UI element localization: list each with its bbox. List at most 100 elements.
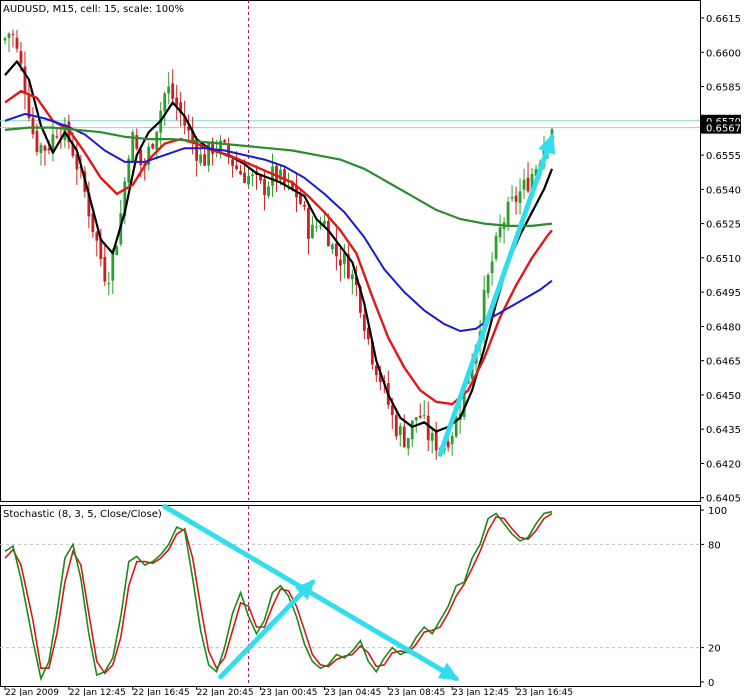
candle-body	[243, 172, 246, 183]
candle-body	[418, 415, 422, 418]
price-tick-label: 0.6540	[706, 185, 741, 196]
candle-body	[315, 226, 318, 228]
candle-body	[223, 140, 226, 143]
candle-body	[271, 166, 274, 186]
price-tick-label: 0.6495	[706, 288, 741, 299]
price-tick-label: 0.6420	[706, 459, 741, 470]
candle-body	[426, 415, 430, 441]
time-tick-label: 22 Jan 12:45	[69, 688, 126, 696]
candle-body	[275, 165, 278, 181]
candle-body	[374, 365, 378, 376]
candle-body	[430, 432, 434, 441]
price-tick-label: 0.6465	[706, 357, 741, 368]
time-tick-label: 22 Jan 16:45	[133, 688, 190, 696]
candle-body	[350, 274, 354, 280]
current-price-label: 0.6567	[706, 124, 741, 135]
price-tick-label: 0.6480	[706, 322, 741, 333]
candle-body	[494, 235, 498, 259]
price-tick-label: 0.6450	[706, 391, 741, 402]
candle-body	[486, 274, 490, 294]
stoch-tick-label: 20	[708, 644, 721, 655]
stochastic-panel	[0, 505, 701, 687]
price-panel	[0, 0, 701, 502]
candle-body	[19, 51, 23, 64]
candle-body	[171, 83, 175, 99]
chart-title: AUDUSD, M15, cell: 15, scale: 100%	[3, 4, 184, 15]
time-tick-label: 23 Jan 08:45	[388, 688, 445, 696]
candle-body	[422, 415, 426, 417]
candle-body	[195, 143, 199, 161]
candle-body	[263, 178, 266, 196]
candle-body	[203, 154, 207, 166]
candle-body	[334, 243, 338, 257]
time-tick-label: 23 Jan 00:45	[261, 688, 318, 696]
candle-body	[267, 186, 270, 197]
candle-body	[7, 33, 11, 39]
candle-body	[231, 159, 234, 166]
candle-body	[43, 145, 47, 151]
candle-body	[11, 34, 15, 36]
price-tick-label: 0.6435	[706, 425, 741, 436]
price-tick-label: 0.6585	[706, 83, 741, 94]
candle-body	[151, 144, 155, 149]
candle-body	[95, 232, 99, 241]
time-tick-label: 23 Jan 16:45	[516, 688, 573, 696]
candle-body	[31, 117, 35, 135]
candle-body	[510, 197, 514, 199]
candle-body	[283, 169, 286, 184]
price-tick-label: 0.6615	[706, 14, 741, 25]
candle-body	[434, 430, 438, 451]
candle-body	[235, 165, 238, 170]
candle-body	[394, 415, 398, 437]
candle-body	[514, 195, 518, 202]
candle-body	[406, 437, 410, 449]
candle-body	[498, 227, 502, 238]
price-tick-label: 0.6405	[706, 494, 741, 505]
candle-body	[307, 207, 310, 239]
price-tick-label: 0.6600	[706, 48, 741, 59]
candle-body	[518, 191, 522, 204]
chart-root: 0.66150.66000.65850.65700.65550.65400.65…	[0, 0, 741, 696]
candle-body	[163, 93, 167, 112]
candle-body	[414, 417, 418, 421]
candle-body	[239, 170, 242, 175]
candle-body	[107, 283, 111, 285]
time-tick-label: 22 Jan 20:45	[197, 688, 254, 696]
price-tick-label: 0.6510	[706, 254, 741, 265]
candle-body	[450, 435, 454, 445]
candle-body	[167, 86, 171, 94]
stoch-tick-label: 0	[708, 678, 714, 689]
candle-body	[331, 244, 334, 250]
price-tick-label: 0.6555	[706, 151, 741, 162]
candle-body	[490, 261, 494, 274]
stoch-tick-label: 100	[708, 506, 727, 517]
time-tick-label: 23 Jan 04:45	[324, 688, 381, 696]
candle-body	[338, 259, 342, 266]
candle-body	[362, 314, 366, 331]
candle-body	[199, 154, 203, 164]
candle-body	[410, 420, 414, 440]
candle-body	[115, 246, 119, 256]
candle-body	[155, 131, 159, 150]
time-tick-label: 22 Jan 2009	[5, 688, 59, 696]
candle-body	[506, 201, 510, 226]
candle-body	[251, 174, 254, 176]
candle-body	[3, 38, 7, 41]
candle-body	[55, 136, 59, 138]
candle-body	[390, 405, 394, 416]
candle-body	[446, 441, 450, 448]
candle-body	[311, 224, 314, 239]
price-tick-label: 0.6525	[706, 220, 741, 231]
candle-body	[207, 142, 211, 166]
candle-body	[323, 220, 326, 225]
candle-body	[247, 175, 250, 185]
candle-body	[299, 194, 302, 204]
candle-body	[522, 179, 526, 190]
candle-body	[402, 426, 406, 448]
candle-body	[398, 426, 402, 435]
candle-body	[303, 204, 306, 207]
candle-body	[39, 144, 43, 154]
candle-body	[111, 251, 115, 281]
candle-body	[35, 130, 39, 152]
candle-body	[319, 225, 322, 227]
